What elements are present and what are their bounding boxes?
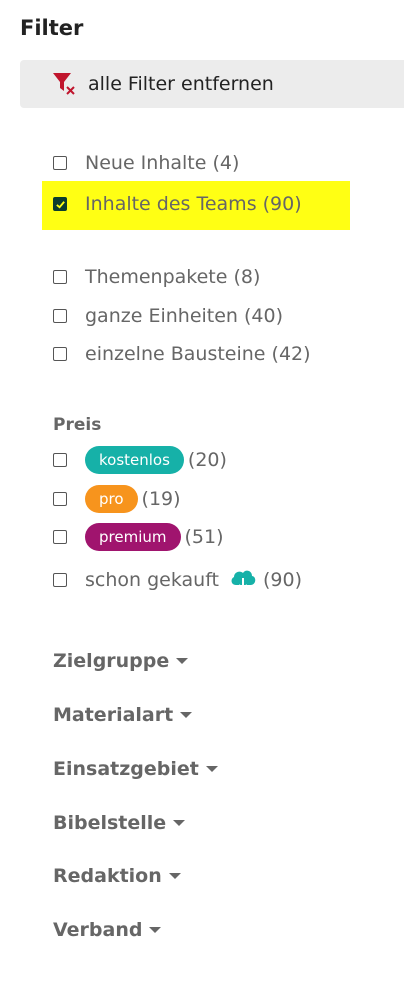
filter-already-bought[interactable]: schon gekauft (90) bbox=[53, 567, 302, 593]
clear-filters-button[interactable]: alle Filter entfernen bbox=[20, 60, 404, 108]
cloud-download-icon bbox=[229, 567, 257, 593]
filter-title: Filter bbox=[20, 16, 84, 40]
filter-count: (51) bbox=[184, 526, 224, 548]
checkbox[interactable] bbox=[53, 270, 67, 284]
badge-free: kostenlos bbox=[85, 446, 184, 474]
dropdown-target-group[interactable]: Zielgruppe bbox=[53, 650, 189, 672]
dropdown-label: Einsatzgebiet bbox=[53, 758, 199, 780]
dropdown-association[interactable]: Verband bbox=[53, 919, 162, 941]
dropdown-label: Bibelstelle bbox=[53, 812, 167, 834]
filter-label: Inhalte des Teams (90) bbox=[85, 193, 302, 215]
badge-premium: premium bbox=[85, 523, 181, 551]
caret-down-icon bbox=[149, 927, 162, 933]
dropdown-field-of-use[interactable]: Einsatzgebiet bbox=[53, 758, 218, 780]
dropdown-label: Redaktion bbox=[53, 865, 162, 887]
filter-whole-units[interactable]: ganze Einheiten (40) bbox=[53, 305, 283, 327]
filter-remove-icon bbox=[52, 71, 78, 97]
filter-price-free[interactable]: kostenlos (20) bbox=[53, 446, 227, 474]
checkbox[interactable] bbox=[53, 347, 67, 361]
dropdown-label: Verband bbox=[53, 919, 143, 941]
caret-down-icon bbox=[173, 820, 186, 826]
filter-label: Neue Inhalte (4) bbox=[85, 152, 240, 174]
caret-down-icon bbox=[176, 658, 189, 664]
checkbox[interactable] bbox=[53, 156, 67, 170]
badge-pro: pro bbox=[85, 485, 138, 513]
caret-down-icon bbox=[180, 712, 193, 718]
filter-count: (19) bbox=[141, 488, 181, 510]
caret-down-icon bbox=[205, 766, 218, 772]
filter-price-pro[interactable]: pro (19) bbox=[53, 485, 181, 513]
checkbox-checked[interactable] bbox=[53, 197, 67, 211]
filter-topic-packages[interactable]: Themenpakete (8) bbox=[53, 266, 260, 288]
filter-count: (20) bbox=[187, 449, 227, 471]
filter-label: einzelne Bausteine (42) bbox=[85, 343, 311, 365]
filter-price-premium[interactable]: premium (51) bbox=[53, 523, 224, 551]
dropdown-label: Zielgruppe bbox=[53, 650, 170, 672]
filter-count: (90) bbox=[263, 569, 303, 591]
dropdown-editorial[interactable]: Redaktion bbox=[53, 865, 181, 887]
checkbox[interactable] bbox=[53, 492, 67, 506]
dropdown-material-type[interactable]: Materialart bbox=[53, 704, 193, 726]
filter-team-content[interactable]: Inhalte des Teams (90) bbox=[53, 193, 302, 215]
clear-filters-label: alle Filter entfernen bbox=[88, 73, 274, 95]
caret-down-icon bbox=[168, 873, 181, 879]
filter-single-modules[interactable]: einzelne Bausteine (42) bbox=[53, 343, 311, 365]
checkbox[interactable] bbox=[53, 530, 67, 544]
dropdown-label: Materialart bbox=[53, 704, 174, 726]
checkbox[interactable] bbox=[53, 453, 67, 467]
checkbox[interactable] bbox=[53, 309, 67, 323]
filter-label: Themenpakete (8) bbox=[85, 266, 261, 288]
filter-new-content[interactable]: Neue Inhalte (4) bbox=[53, 152, 239, 174]
filter-label: ganze Einheiten (40) bbox=[85, 305, 284, 327]
filter-label: schon gekauft bbox=[85, 569, 220, 591]
price-heading: Preis bbox=[53, 415, 102, 435]
checkbox[interactable] bbox=[53, 573, 67, 587]
dropdown-bible-passage[interactable]: Bibelstelle bbox=[53, 812, 186, 834]
